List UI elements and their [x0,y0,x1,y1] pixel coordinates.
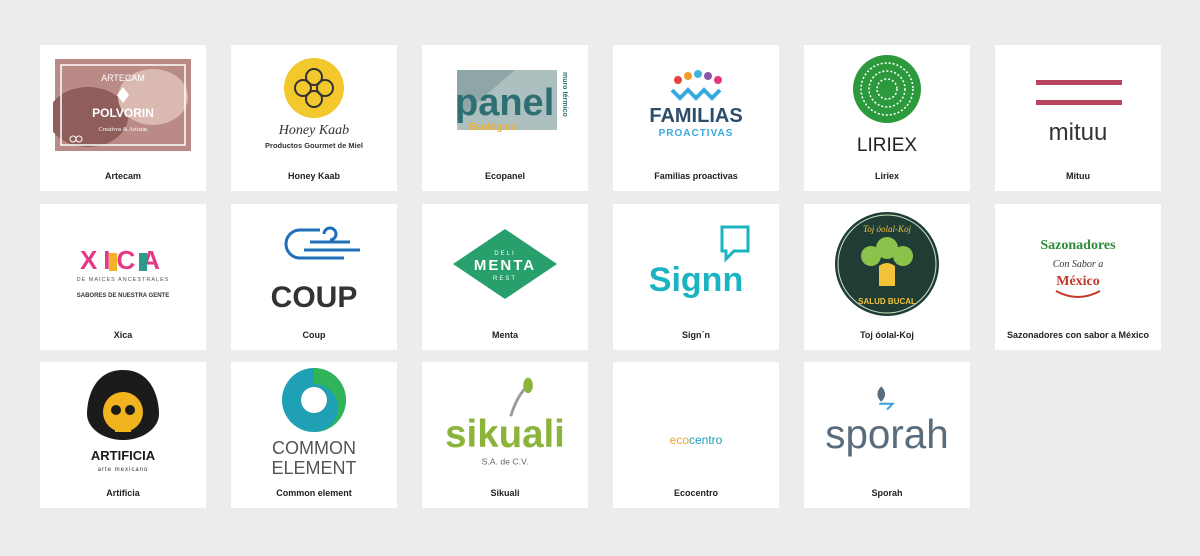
logo-caption: Xica [113,330,133,340]
logo-caption: Ecopanel [484,171,525,181]
artificia-word: ARTIFICIA [91,448,156,463]
logo-familias-proactivas: FAMILIAS PROACTIVAS [621,51,771,159]
logo-card-xica[interactable]: XICA DE MAICES ANCESTRALES SABORES DE NU… [40,204,206,350]
logo-sporah: sporah [812,368,962,476]
logo-artificia: ARTIFICIA arte mexicano [48,368,198,476]
logo-caption: Menta [491,330,518,340]
logo-card-familias-proactivas[interactable]: FAMILIAS PROACTIVAS Familias proactivas [613,45,779,191]
logo-caption: Common element [276,488,352,498]
ecopanel-eco: Ecológico [469,122,517,133]
logo-liriex: LIRIEX [812,51,962,159]
logo-caption: Sporah [871,488,903,498]
ecocentro-word: ecocentro [670,433,723,447]
logo-card-sazonadores[interactable]: Sazonadores Con Sabor a México Sazonador… [995,204,1161,350]
logo-card-toj-oolal-koj[interactable]: Toj óolal-Koj SALUD BUCAL Toj óolal-Koj [804,204,970,350]
logo-caption: Ecocentro [673,488,718,498]
logo-ecopanel: panel Ecológico muro térmico [430,51,580,159]
logo-caption: Sazonadores con sabor a México [1006,330,1150,340]
ecopanel-word: panel [455,82,554,124]
logo-xica: XICA DE MAICES ANCESTRALES SABORES DE NU… [48,210,198,318]
mituu-word: mituu [1049,119,1108,146]
sazonadores-line1: Sazonadores [1040,238,1116,253]
logo-card-honey-kaab[interactable]: Honey Kaab Productos Gourmet de Miel Hon… [231,45,397,191]
logo-caption: Liriex [874,171,899,181]
logo-menta: DELI MENTA REST [430,210,580,318]
logo-card-ecocentro[interactable]: ecocentro Ecocentro [613,362,779,508]
menta-bottom: REST [493,276,517,282]
sikuali-tagline: S.A. de C.V. [482,456,529,466]
logo-caption: Sign´n [682,330,710,340]
logo-card-sporah[interactable]: sporah Sporah [804,362,970,508]
logo-ecocentro: ecocentro [621,368,771,476]
logo-caption: Artificia [106,488,140,498]
logo-card-artecam[interactable]: ARTECAM POLVORIN Creativos & Artistas Ar… [40,45,206,191]
sporah-word: sporah [825,411,948,457]
logo-card-common-element[interactable]: COMMON ELEMENT Common element [231,362,397,508]
logo-card-menta[interactable]: DELI MENTA REST Menta [422,204,588,350]
logo-mituu: mituu [1003,51,1153,159]
logo-card-coup[interactable]: COUP Coup [231,204,397,350]
xica-line2: DE MAICES ANCESTRALES [77,277,170,283]
logo-honey-kaab: Honey Kaab Productos Gourmet de Miel [239,51,389,159]
honey-kaab-name: Honey Kaab [278,123,349,138]
xica-word: XICA [80,245,166,275]
familias-line1: FAMILIAS [649,105,742,127]
common-element-line1: COMMON [272,438,356,458]
logo-caption: Artecam [104,171,142,181]
signn-word: Signn [649,261,743,299]
sazonadores-line3: México [1056,274,1100,289]
logo-card-signn[interactable]: Signn Sign´n [613,204,779,350]
logo-coup: COUP [239,210,389,318]
toj-top: Toj óolal-Koj [863,224,911,234]
artificia-tagline: arte mexicano [98,467,149,473]
sikuali-word: sikuali [445,413,565,456]
toj-bottom: SALUD BUCAL [858,297,916,306]
logo-sazonadores: Sazonadores Con Sabor a México [1003,210,1153,318]
logo-card-mituu[interactable]: mituu Mituu [995,45,1161,191]
ecopanel-side: muro térmico [561,72,568,117]
sazonadores-line2: Con Sabor a [1053,259,1104,270]
coup-word: COUP [271,281,358,314]
logo-caption: Mituu [1066,171,1090,181]
artecam-line2: POLVORIN [92,106,154,120]
logo-card-artificia[interactable]: ARTIFICIA arte mexicano Artificia [40,362,206,508]
xica-line3: SABORES DE NUESTRA GENTE [77,293,169,299]
logo-signn: Signn [621,210,771,318]
honey-kaab-tagline: Productos Gourmet de Miel [265,141,363,150]
artecam-line3: Creativos & Artistas [99,127,149,133]
logo-caption: Sikuali [490,488,520,498]
logo-caption: Honey Kaab [287,171,340,181]
logo-common-element: COMMON ELEMENT [239,368,389,476]
artecam-line1: ARTECAM [101,73,145,83]
logo-artecam: ARTECAM POLVORIN Creativos & Artistas [48,51,198,159]
logo-card-sikuali[interactable]: sikuali S.A. de C.V. Sikuali [422,362,588,508]
common-element-line2: ELEMENT [271,458,356,476]
logo-card-liriex[interactable]: LIRIEX Liriex [804,45,970,191]
logo-caption: Familias proactivas [654,171,738,181]
logo-caption: Toj óolal-Koj [860,330,914,340]
logo-card-ecopanel[interactable]: panel Ecológico muro térmico Ecopanel [422,45,588,191]
logo-caption: Coup [302,330,326,340]
logo-toj-oolal-koj: Toj óolal-Koj SALUD BUCAL [812,210,962,318]
familias-line2: PROACTIVAS [659,128,734,139]
liriex-word: LIRIEX [857,135,918,156]
menta-word: MENTA [474,257,536,274]
logo-sikuali: sikuali S.A. de C.V. [430,368,580,476]
